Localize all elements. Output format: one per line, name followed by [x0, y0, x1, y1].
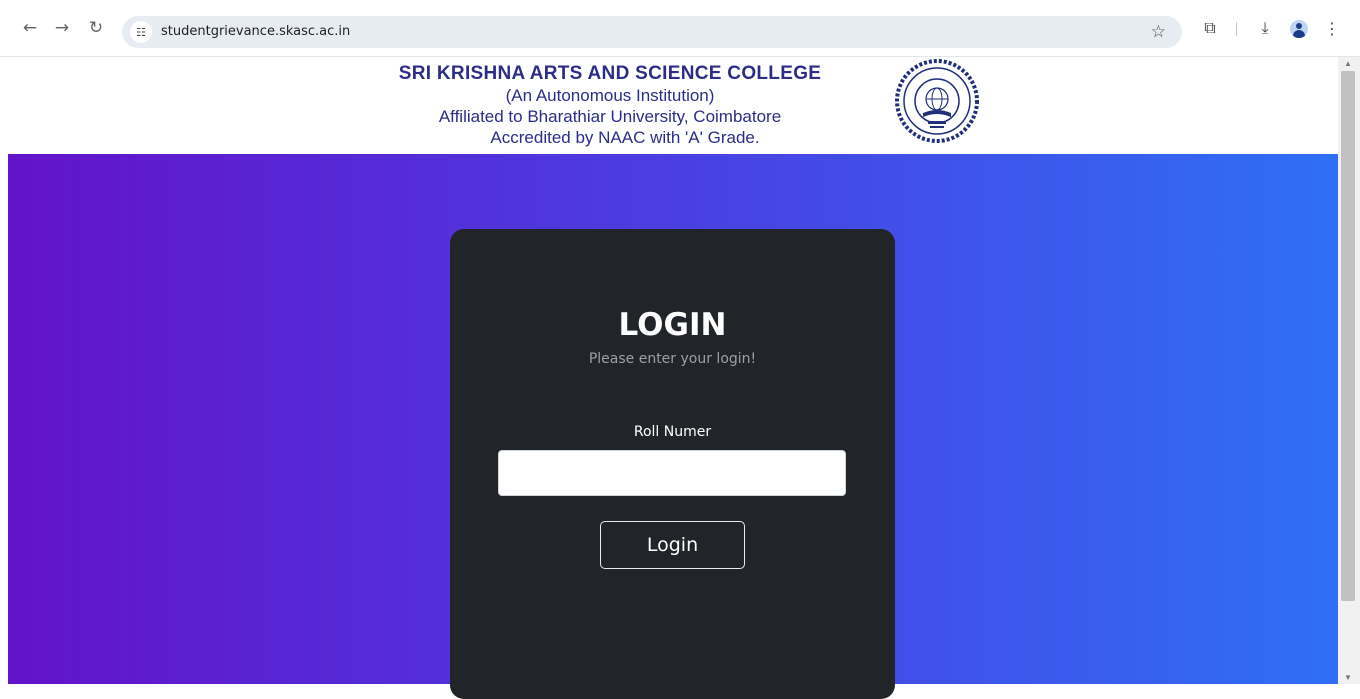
- browser-toolbar: ← → ↻ ☷ studentgrievance.skasc.ac.in ☆ ⧉…: [0, 0, 1360, 57]
- login-background: LOGIN Please enter your login! Roll Nume…: [8, 154, 1338, 699]
- college-autonomous: (An Autonomous Institution): [505, 86, 715, 105]
- more-menu-icon[interactable]: ⋮: [1320, 16, 1344, 40]
- address-bar[interactable]: ☷ studentgrievance.skasc.ac.in ☆: [122, 16, 1182, 48]
- forward-arrow-icon[interactable]: →: [50, 16, 74, 40]
- roll-number-input[interactable]: [498, 450, 846, 496]
- login-button[interactable]: Login: [600, 521, 745, 569]
- back-arrow-icon[interactable]: ←: [18, 16, 42, 40]
- roll-number-label: Roll Numer: [633, 424, 712, 440]
- college-affiliation: Affiliated to Bharathiar University, Coi…: [438, 107, 782, 126]
- scroll-up-arrow-icon[interactable]: ▲: [1344, 59, 1352, 68]
- page-scrollbar[interactable]: ▲ ▼: [1338, 57, 1360, 684]
- college-name: SRI KRISHNA ARTS AND SCIENCE COLLEGE: [398, 63, 822, 84]
- login-subtitle: Please enter your login!: [588, 351, 757, 367]
- college-seal-logo: [895, 59, 979, 143]
- profile-avatar-icon[interactable]: [1290, 20, 1308, 38]
- college-header: SRI KRISHNA ARTS AND SCIENCE COLLEGE (An…: [0, 57, 1338, 154]
- college-accreditation: Accredited by NAAC with 'A' Grade.: [490, 128, 760, 147]
- scrollbar-thumb[interactable]: [1341, 71, 1355, 601]
- login-title: LOGIN: [618, 307, 727, 343]
- scroll-down-arrow-icon[interactable]: ▼: [1344, 673, 1352, 682]
- login-card: LOGIN Please enter your login! Roll Nume…: [450, 229, 895, 699]
- site-info-icon[interactable]: ☷: [130, 21, 152, 43]
- url-text[interactable]: studentgrievance.skasc.ac.in: [161, 24, 350, 39]
- bookmark-star-icon[interactable]: ☆: [1151, 22, 1166, 42]
- extensions-puzzle-icon[interactable]: ⧉: [1198, 16, 1222, 40]
- reload-icon[interactable]: ↻: [84, 16, 108, 40]
- toolbar-divider: [1236, 22, 1237, 36]
- download-icon[interactable]: ⤓: [1253, 16, 1277, 40]
- college-header-text: SRI KRISHNA ARTS AND SCIENCE COLLEGE (An…: [370, 63, 850, 148]
